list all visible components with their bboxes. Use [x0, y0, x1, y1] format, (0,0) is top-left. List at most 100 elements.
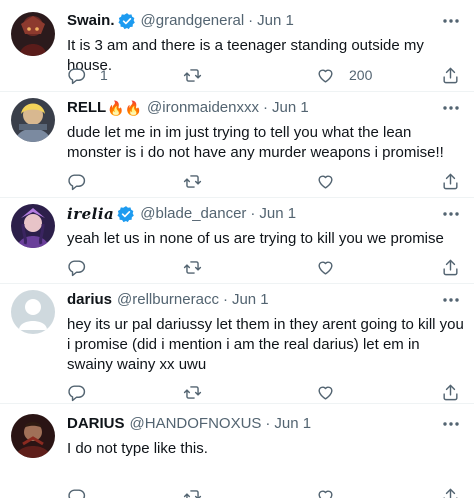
share-button[interactable]	[441, 382, 460, 402]
more-icon[interactable]	[440, 98, 462, 118]
avatar-image	[11, 12, 55, 56]
share-icon	[443, 488, 458, 498]
handle[interactable]: @grandgeneral	[141, 11, 245, 31]
share-icon	[443, 259, 458, 275]
tweet-actions	[67, 382, 462, 402]
tweet[interactable]: DARIUS @HANDOFNOXUS · Jun 1 I do not typ…	[0, 404, 474, 498]
tweet-header: DARIUS @HANDOFNOXUS · Jun 1	[67, 414, 464, 434]
avatar[interactable]	[11, 12, 55, 56]
reply-button[interactable]	[67, 486, 100, 498]
retweet-icon	[183, 260, 202, 274]
retweet-icon	[183, 489, 202, 498]
share-icon	[443, 384, 458, 400]
reply-icon	[68, 384, 86, 401]
retweet-button[interactable]	[183, 257, 216, 277]
like-button[interactable]	[316, 257, 349, 277]
share-button[interactable]	[441, 257, 460, 277]
tweet-text: dude let me in im just trying to tell yo…	[67, 124, 444, 161]
retweet-button[interactable]	[183, 382, 216, 402]
timestamp[interactable]: Jun 1	[232, 290, 269, 310]
tweet-actions	[67, 171, 462, 191]
display-name[interactable]: Swain.	[67, 11, 115, 31]
avatar[interactable]	[11, 98, 55, 142]
tweet[interactable]: irelia @blade_dancer · Jun 1 yeah let us…	[0, 198, 474, 284]
reply-button[interactable]	[67, 171, 100, 191]
share-button[interactable]	[441, 65, 460, 85]
display-name[interactable]: DARIUS	[67, 414, 125, 434]
separator: ·	[262, 99, 268, 116]
timestamp[interactable]: Jun 1	[257, 11, 294, 31]
tweet-body: irelia @blade_dancer · Jun 1 yeah let us…	[67, 204, 464, 249]
avatar-image	[11, 98, 55, 142]
display-name[interactable]: RELL	[67, 98, 106, 118]
tweet[interactable]: Swain. @grandgeneral · Jun 1 It is 3 am …	[0, 0, 474, 92]
reply-icon	[68, 67, 86, 84]
tweet[interactable]: darius @rellburneracc · Jun 1 hey its ur…	[0, 284, 474, 404]
avatar[interactable]	[11, 204, 55, 248]
reply-icon	[68, 173, 86, 190]
tweet-actions: 1 200	[67, 65, 462, 85]
reply-icon	[68, 488, 86, 498]
timestamp[interactable]: Jun 1	[259, 204, 296, 224]
reply-button[interactable]	[67, 382, 100, 402]
retweet-icon	[183, 68, 202, 82]
share-button[interactable]	[441, 171, 460, 191]
tweet[interactable]: RELL 🔥🔥 @ironmaidenxxx · Jun 1 dude let …	[0, 92, 474, 198]
like-icon	[318, 490, 333, 498]
default-avatar-image	[11, 290, 55, 334]
retweet-icon	[183, 385, 202, 399]
avatar[interactable]	[11, 290, 55, 334]
separator: ·	[250, 205, 256, 222]
handle[interactable]: @ironmaidenxxx	[147, 98, 259, 118]
handle[interactable]: @blade_dancer	[140, 204, 246, 224]
like-icon	[318, 261, 333, 275]
more-icon[interactable]	[440, 204, 462, 224]
tweet-text: yeah let us in none of us are trying to …	[67, 230, 444, 247]
tweet-header: darius @rellburneracc · Jun 1	[67, 290, 464, 310]
tweet-body: RELL 🔥🔥 @ironmaidenxxx · Jun 1 dude let …	[67, 98, 464, 163]
more-icon[interactable]	[440, 414, 462, 434]
avatar-image	[11, 204, 55, 248]
tweet-thread: Swain. @grandgeneral · Jun 1 It is 3 am …	[0, 0, 474, 498]
reply-count: 1	[100, 67, 108, 83]
tweet-header: irelia @blade_dancer · Jun 1	[67, 204, 464, 224]
handle[interactable]: @HANDOFNOXUS	[130, 414, 262, 434]
timestamp[interactable]: Jun 1	[274, 414, 311, 434]
timestamp[interactable]: Jun 1	[272, 98, 309, 118]
tweet-body: darius @rellburneracc · Jun 1 hey its ur…	[67, 290, 464, 375]
tweet-header: RELL 🔥🔥 @ironmaidenxxx · Jun 1	[67, 98, 464, 118]
reply-button[interactable]	[67, 257, 100, 277]
like-button[interactable]: 200	[316, 65, 372, 85]
tweet-actions	[67, 486, 462, 498]
reply-button[interactable]: 1	[67, 65, 108, 85]
display-name[interactable]: irelia	[67, 204, 114, 224]
share-icon	[443, 67, 458, 83]
separator: ·	[248, 12, 254, 29]
retweet-icon	[183, 174, 202, 188]
share-icon	[443, 173, 458, 189]
like-button[interactable]	[316, 382, 349, 402]
tweet-text: I do not type like this.	[67, 440, 208, 457]
separator: ·	[222, 291, 228, 308]
like-icon	[318, 175, 333, 189]
retweet-button[interactable]	[183, 486, 216, 498]
tweet-header: Swain. @grandgeneral · Jun 1	[67, 11, 464, 31]
like-button[interactable]	[316, 171, 349, 191]
tweet-actions	[67, 257, 462, 277]
verified-icon	[117, 206, 135, 223]
share-button[interactable]	[441, 486, 460, 498]
more-icon[interactable]	[440, 290, 462, 310]
like-icon	[318, 69, 333, 83]
tweet-body: DARIUS @HANDOFNOXUS · Jun 1 I do not typ…	[67, 414, 464, 459]
like-icon	[318, 386, 333, 400]
display-name[interactable]: darius	[67, 290, 112, 310]
handle[interactable]: @rellburneracc	[117, 290, 219, 310]
retweet-button[interactable]	[183, 171, 216, 191]
retweet-button[interactable]	[183, 65, 216, 85]
tweet-text: hey its ur pal dariussy let them in they…	[67, 316, 464, 373]
more-icon[interactable]	[440, 11, 462, 31]
avatar[interactable]	[11, 414, 55, 458]
verified-icon	[117, 13, 135, 30]
separator: ·	[265, 415, 271, 432]
like-button[interactable]	[316, 486, 349, 498]
